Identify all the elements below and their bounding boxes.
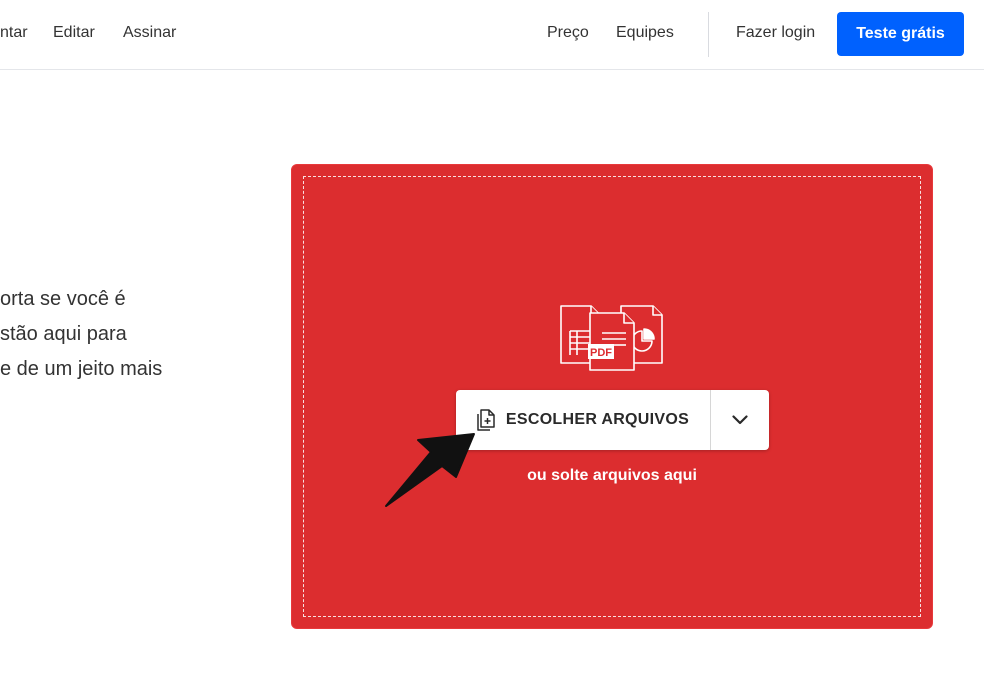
intro-line: e de um jeito mais — [0, 358, 163, 380]
intro-line: orta se você é — [0, 288, 126, 310]
file-add-icon — [477, 409, 495, 431]
top-nav-bar: ntar Editar Assinar Preço Equipes Fazer … — [0, 0, 984, 70]
choose-files-button[interactable]: ESCOLHER ARQUIVOS — [456, 390, 709, 450]
files-icon: PDF — [560, 305, 663, 371]
intro-line: stão aqui para — [0, 323, 127, 345]
nav-item-editar[interactable]: Editar — [53, 24, 95, 42]
file-drop-zone[interactable]: PDF ESCOLHER ARQUIVOS ou solte arquivos … — [291, 164, 933, 629]
arrow-pointer-icon — [385, 433, 475, 507]
pdf-badge: PDF — [590, 347, 612, 359]
nav-item-assinar[interactable]: Assinar — [123, 24, 176, 42]
intro-text: orta se você é stão aqui para e de um je… — [0, 282, 162, 387]
nav-item-partial[interactable]: ntar — [0, 24, 28, 42]
upload-source-dropdown[interactable] — [711, 390, 769, 450]
free-trial-button[interactable]: Teste grátis — [837, 12, 964, 56]
nav-item-equipes[interactable]: Equipes — [616, 24, 674, 42]
nav-item-preco[interactable]: Preço — [547, 24, 589, 42]
login-link[interactable]: Fazer login — [736, 24, 815, 42]
choose-files-control: ESCOLHER ARQUIVOS — [456, 390, 769, 450]
nav-divider — [708, 12, 709, 57]
chevron-down-icon — [732, 415, 748, 425]
choose-files-label: ESCOLHER ARQUIVOS — [505, 411, 690, 428]
